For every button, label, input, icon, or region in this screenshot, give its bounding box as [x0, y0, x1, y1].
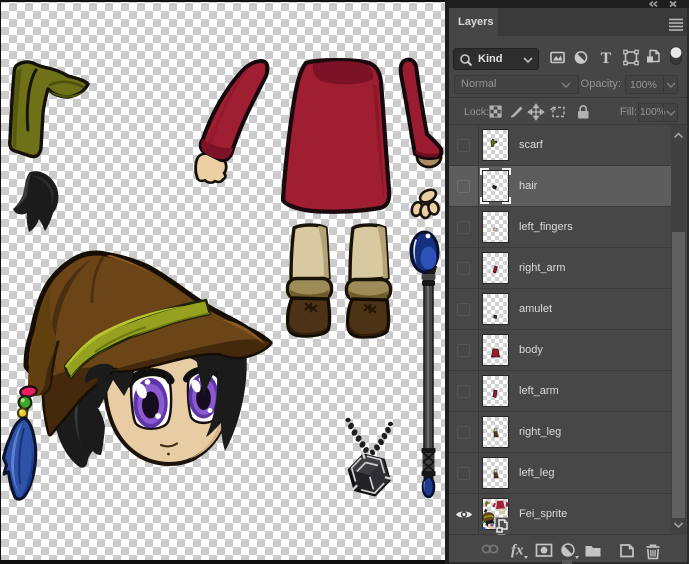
svg-text:T: T: [601, 50, 612, 67]
svg-text:fx: fx: [511, 543, 524, 559]
